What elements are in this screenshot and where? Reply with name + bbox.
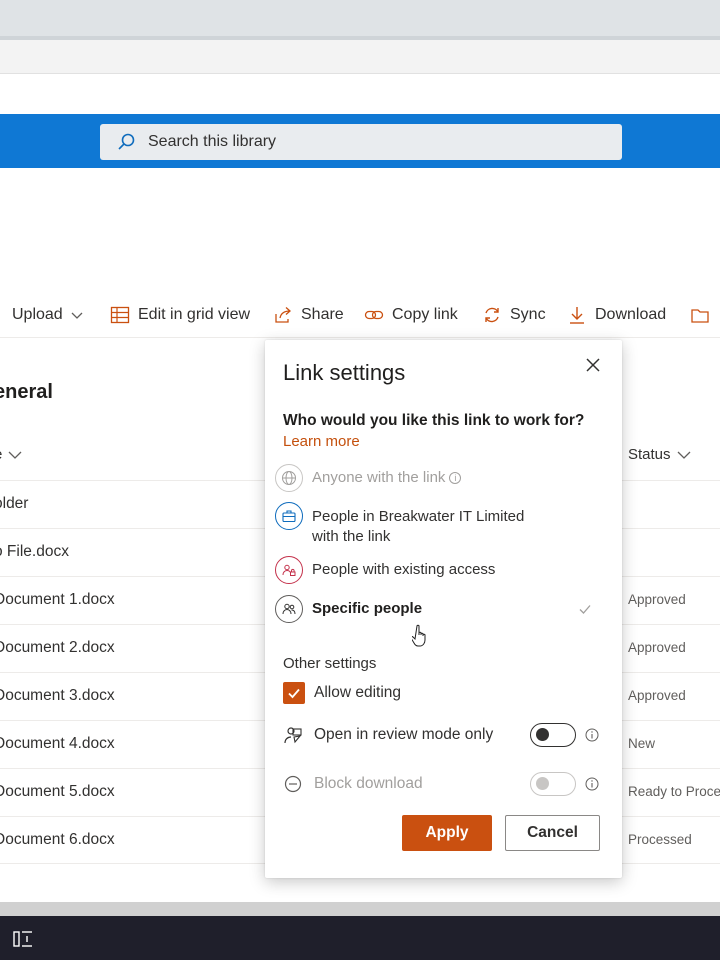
column-name-label: e bbox=[0, 446, 2, 463]
option-specific-people[interactable]: Specific people bbox=[275, 595, 605, 623]
column-header-status[interactable]: Status bbox=[628, 446, 691, 463]
command-bar: Upload Edit in grid view Share Copy link… bbox=[0, 292, 720, 338]
taskbar bbox=[0, 916, 720, 960]
link-scope-question: Who would you like this link to work for… bbox=[283, 412, 585, 429]
allow-editing-label: Allow editing bbox=[314, 684, 402, 701]
hand-cursor-icon bbox=[412, 624, 426, 647]
apply-button[interactable]: Apply bbox=[402, 815, 492, 851]
sync-icon bbox=[485, 307, 499, 323]
row-name[interactable]: Document 1.docx bbox=[0, 591, 115, 609]
copy-link-label: Copy link bbox=[392, 306, 458, 323]
download-label: Download bbox=[595, 306, 667, 323]
info-icon[interactable] bbox=[585, 777, 599, 791]
info-icon: i bbox=[449, 472, 462, 485]
chevron-down-icon bbox=[8, 451, 22, 459]
share-icon bbox=[275, 307, 291, 323]
column-header-name[interactable]: e bbox=[0, 446, 22, 463]
cancel-button[interactable]: Cancel bbox=[505, 815, 600, 851]
review-mode-label: Open in review mode only bbox=[314, 726, 494, 743]
row-name[interactable]: Document 3.docx bbox=[0, 687, 115, 705]
task-view-icon[interactable] bbox=[12, 928, 34, 950]
row-name[interactable]: Document 5.docx bbox=[0, 783, 115, 801]
info-icon[interactable] bbox=[585, 728, 599, 742]
link-settings-dialog: Link settings Who would you like this li… bbox=[265, 340, 622, 878]
share-label: Share bbox=[301, 306, 344, 323]
learn-more-link[interactable]: Learn more bbox=[283, 433, 360, 450]
block-download-toggle bbox=[530, 772, 576, 796]
upload-button[interactable]: Upload bbox=[12, 292, 83, 337]
option-existing-access-label: People with existing access bbox=[312, 561, 496, 578]
row-name[interactable]: Document 6.docx bbox=[0, 831, 115, 849]
library-title: eneral bbox=[0, 381, 53, 403]
block-download-setting: Block download bbox=[283, 769, 603, 799]
browser-toolbar bbox=[0, 40, 720, 74]
option-specific-people-label: Specific people bbox=[312, 600, 423, 617]
chevron-down-icon bbox=[71, 312, 83, 319]
suite-bar: Search this library bbox=[0, 114, 720, 168]
sync-button[interactable]: Sync bbox=[482, 292, 546, 337]
column-status-label: Status bbox=[628, 446, 671, 463]
review-icon bbox=[284, 727, 302, 744]
block-icon bbox=[284, 775, 302, 793]
browser-tab-strip bbox=[0, 0, 720, 40]
more-command-button[interactable] bbox=[690, 292, 718, 337]
briefcase-icon bbox=[275, 502, 303, 530]
checkmark-icon bbox=[579, 605, 591, 614]
row-status: Approved bbox=[628, 592, 686, 607]
edit-grid-view-button[interactable]: Edit in grid view bbox=[110, 292, 251, 337]
option-organization-label-line2: with the link bbox=[312, 528, 391, 545]
row-status: Approved bbox=[628, 688, 686, 703]
close-button[interactable] bbox=[580, 352, 606, 378]
option-anyone-with-link: Anyone with the link i bbox=[275, 464, 605, 492]
option-existing-access[interactable]: People with existing access bbox=[275, 556, 605, 584]
window-bottom-edge bbox=[0, 902, 720, 916]
dialog-title: Link settings bbox=[283, 360, 406, 385]
option-anyone-label: Anyone with the link bbox=[312, 469, 446, 486]
search-input[interactable]: Search this library bbox=[100, 124, 622, 160]
copy-link-button[interactable]: Copy link bbox=[364, 292, 458, 337]
checkbox-checked-icon[interactable] bbox=[283, 682, 305, 704]
row-name[interactable]: Document 4.docx bbox=[0, 735, 115, 753]
row-status: Ready to Proces bbox=[628, 784, 720, 799]
row-name[interactable]: older bbox=[0, 495, 28, 513]
option-organization[interactable]: People in Breakwater IT Limited with the… bbox=[275, 502, 605, 546]
people-icon bbox=[275, 595, 303, 623]
row-name[interactable]: Document 2.docx bbox=[0, 639, 115, 657]
search-placeholder: Search this library bbox=[148, 133, 277, 150]
link-icon bbox=[364, 310, 384, 320]
search-icon bbox=[118, 133, 135, 150]
row-status: New bbox=[628, 736, 656, 751]
block-download-label: Block download bbox=[314, 775, 423, 792]
people-lock-icon bbox=[275, 556, 303, 584]
review-mode-setting: Open in review mode only bbox=[283, 720, 603, 750]
sync-label: Sync bbox=[510, 306, 546, 323]
option-organization-label-line1: People in Breakwater IT Limited bbox=[312, 508, 525, 525]
download-button[interactable]: Download bbox=[567, 292, 667, 337]
globe-icon bbox=[275, 464, 303, 492]
row-name[interactable]: o File.docx bbox=[0, 543, 69, 561]
folder-icon bbox=[691, 309, 709, 323]
review-mode-toggle[interactable] bbox=[530, 723, 576, 747]
row-status: Processed bbox=[628, 832, 692, 847]
row-status: Approved bbox=[628, 640, 686, 655]
upload-label: Upload bbox=[12, 306, 63, 323]
grid-icon bbox=[110, 306, 130, 324]
close-icon bbox=[586, 358, 600, 372]
other-settings-heading: Other settings bbox=[283, 655, 377, 672]
edit-grid-label: Edit in grid view bbox=[138, 306, 251, 323]
chevron-down-icon bbox=[677, 451, 690, 459]
download-icon bbox=[570, 307, 584, 324]
allow-editing-checkbox[interactable]: Allow editing bbox=[283, 678, 603, 708]
share-button[interactable]: Share bbox=[273, 292, 344, 337]
